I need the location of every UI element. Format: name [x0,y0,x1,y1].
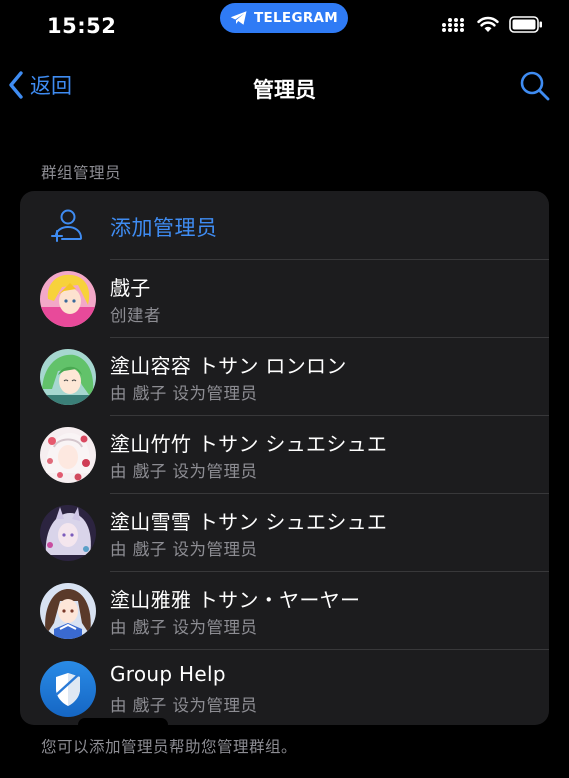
admins-list: 添加管理员 戲子 创建者 塗山容容 トサン ロンロン 由 戲子 设为管理员 塗山… [20,191,549,725]
search-icon [520,71,550,101]
admin-role: 创建者 [110,306,161,325]
admin-row[interactable]: 塗山雪雪 トサン シュエシュエ 由 戲子 设为管理员 [20,494,549,572]
admin-role: 由 戲子 设为管理员 [110,462,258,481]
cellular-signal-icon [442,17,464,32]
telegram-plane-icon [230,11,247,25]
status-icons [441,16,543,33]
admin-role: 由 戲子 设为管理员 [110,540,258,559]
telegram-pill-label: TELEGRAM [253,10,338,26]
add-admin-button[interactable]: 添加管理员 [20,191,549,259]
avatar-anime-green [40,349,96,405]
admin-role: 由 戲子 设为管理员 [110,696,258,715]
status-bar: 15:52 TELEGRAM [0,0,569,54]
admin-row[interactable]: 塗山竹竹 トサン シュエシュエ 由 戲子 设为管理员 [20,416,549,494]
admin-role: 由 戲子 设为管理员 [110,618,258,637]
add-user-icon [51,209,83,242]
admin-row[interactable]: 塗山容容 トサン ロンロン 由 戲子 设为管理员 [20,338,549,416]
avatar-anime-purple [40,505,96,561]
navigation-bar: 返回 管理员 [0,62,569,114]
telegram-pill[interactable]: TELEGRAM [220,3,348,33]
admin-row[interactable]: 戲子 创建者 [20,260,549,338]
admin-name: 塗山雪雪 トサン シュエシュエ [110,510,388,534]
section-header: 群组管理员 [41,164,122,182]
wifi-icon [477,16,499,32]
status-time: 15:52 [47,14,117,38]
avatar-anime-pink [40,271,96,327]
footer-mark [78,718,168,732]
admin-name: 戲子 [110,276,151,300]
shield-icon [40,661,96,717]
avatar-anime-brown [40,583,96,639]
battery-icon [509,16,542,33]
footer-note: 您可以添加管理员帮助您管理群组。 [41,738,298,756]
search-button[interactable] [519,70,551,106]
admin-name: Group Help [110,662,226,686]
avatar-anime-white [40,427,96,483]
admin-name: 塗山雅雅 トサン・ヤーヤー [110,588,361,612]
admin-row[interactable]: Group Help 由 戲子 设为管理员 [20,650,549,725]
admin-row[interactable]: 塗山雅雅 トサン・ヤーヤー 由 戲子 设为管理员 [20,572,549,650]
page-title: 管理员 [253,78,316,102]
add-admin-label: 添加管理员 [110,216,218,240]
admin-name: 塗山容容 トサン ロンロン [110,354,347,378]
admin-role: 由 戲子 设为管理员 [110,384,258,403]
admin-name: 塗山竹竹 トサン シュエシュエ [110,432,388,456]
